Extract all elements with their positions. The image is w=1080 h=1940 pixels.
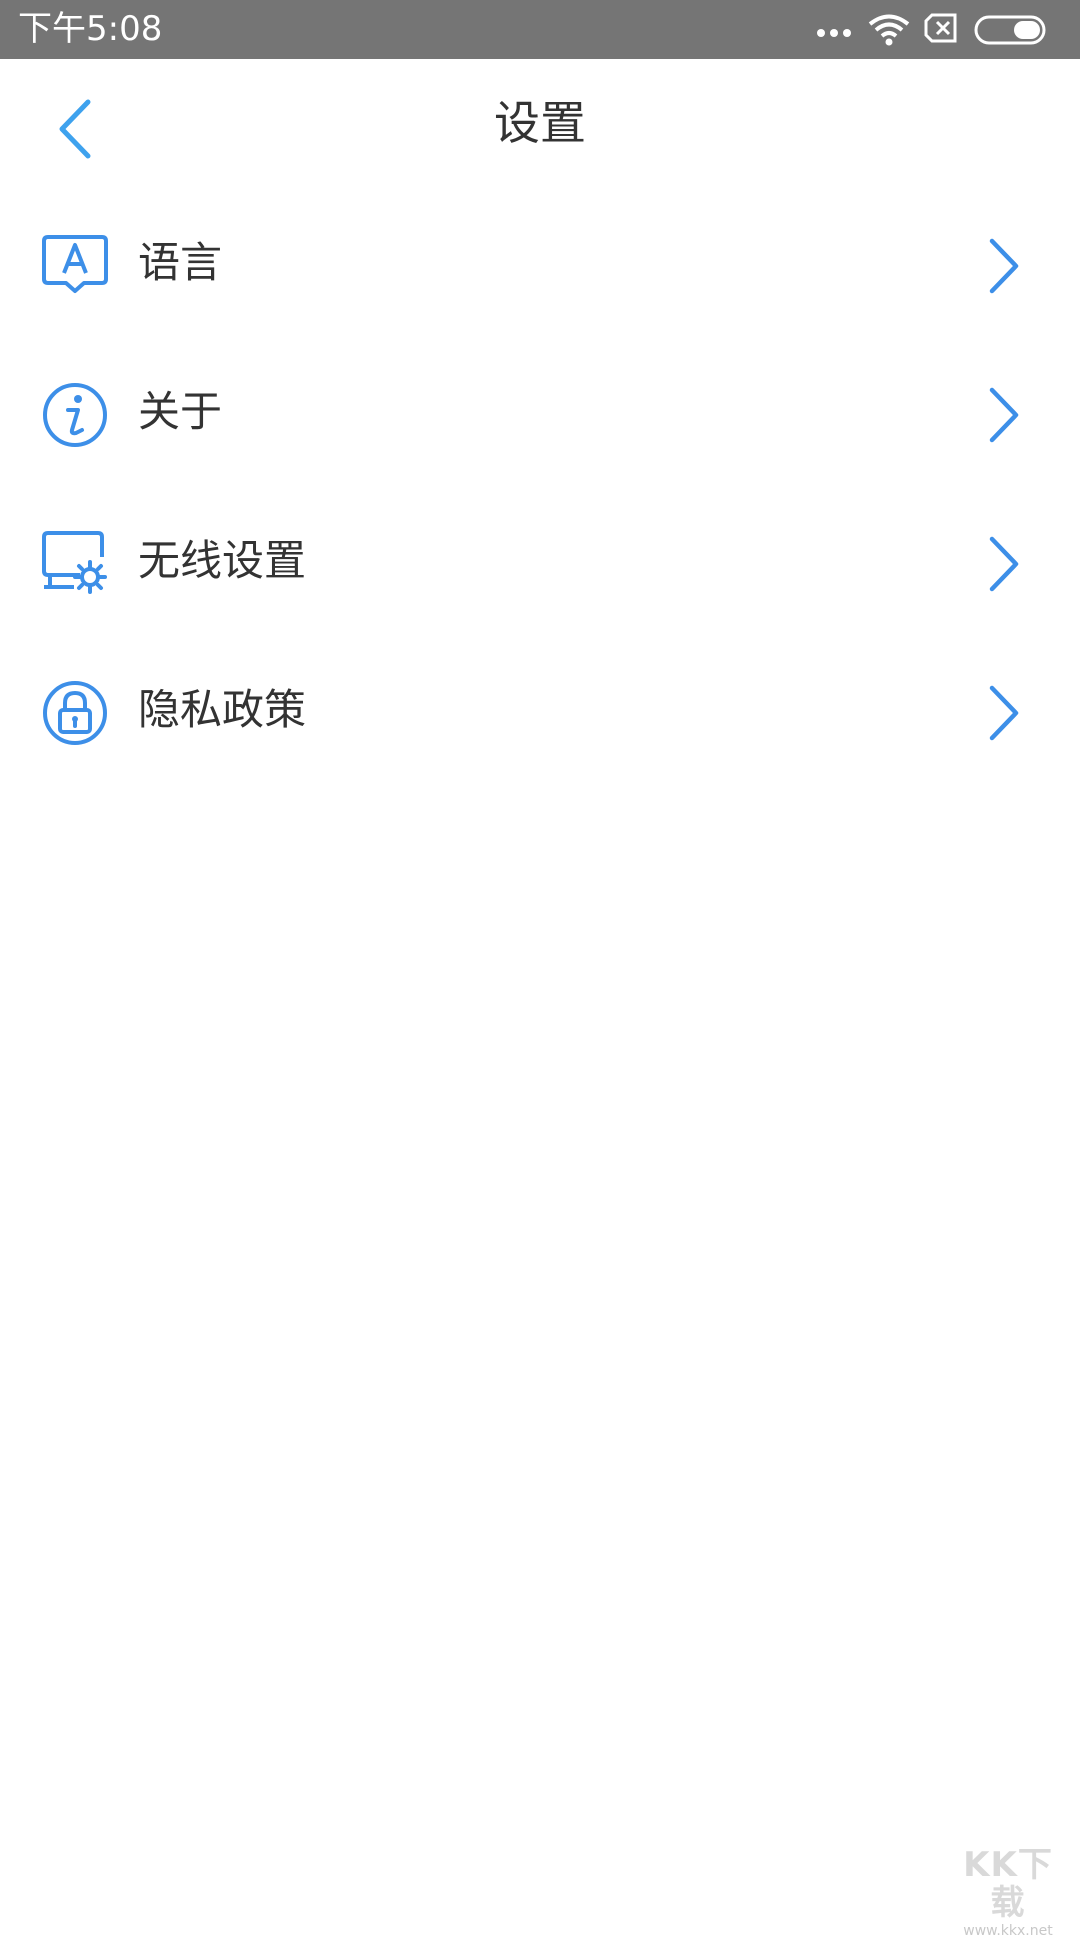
wireless-settings-icon — [40, 529, 110, 599]
chevron-right-icon — [984, 386, 1024, 444]
chevron-right-icon — [984, 684, 1024, 742]
more-dots-icon — [816, 27, 852, 39]
menu-item-label: 语言 — [138, 235, 222, 291]
watermark: KK下载 www.kkx.net — [948, 1846, 1068, 1906]
menu-item-language[interactable]: 语言 — [0, 191, 1080, 340]
menu-item-label: 隐私政策 — [138, 682, 306, 738]
no-sim-icon — [924, 13, 958, 43]
settings-menu: 语言 关于 无线设置 — [0, 191, 1080, 787]
menu-item-label: 关于 — [138, 384, 222, 440]
chevron-right-icon — [984, 237, 1024, 295]
chevron-right-icon — [984, 535, 1024, 593]
info-icon — [40, 380, 110, 450]
wifi-icon — [868, 13, 910, 47]
menu-item-label: 无线设置 — [138, 533, 306, 589]
status-time: 下午5:08 — [18, 8, 162, 50]
app-header: 设置 — [0, 59, 1080, 191]
menu-item-about[interactable]: 关于 — [0, 340, 1080, 489]
language-icon — [40, 231, 110, 301]
watermark-logo: KK下载 — [948, 1846, 1068, 1922]
watermark-url: www.kkx.net — [948, 1922, 1068, 1940]
battery-icon — [974, 15, 1050, 45]
menu-item-wireless-settings[interactable]: 无线设置 — [0, 489, 1080, 638]
page-title: 设置 — [0, 93, 1080, 153]
privacy-lock-icon — [40, 678, 110, 748]
status-icons — [816, 13, 1066, 47]
status-bar: 下午5:08 — [0, 0, 1080, 59]
menu-item-privacy-policy[interactable]: 隐私政策 — [0, 638, 1080, 787]
